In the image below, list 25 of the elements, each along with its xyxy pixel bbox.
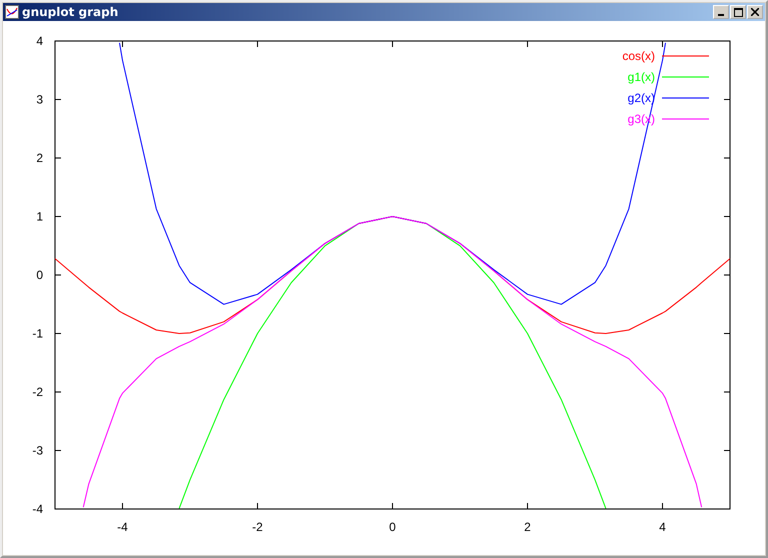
legend-label: g1(x) bbox=[628, 70, 655, 84]
y-tick-label: 3 bbox=[36, 92, 43, 106]
y-tick-label: 2 bbox=[36, 151, 43, 165]
maximize-icon bbox=[734, 8, 742, 16]
x-tick-label: -2 bbox=[252, 520, 263, 534]
close-icon bbox=[751, 8, 759, 16]
window-title: gnuplot graph bbox=[22, 5, 120, 19]
legend-line-sample bbox=[662, 118, 710, 120]
legend-line-sample bbox=[662, 76, 710, 78]
maximize-button[interactable] bbox=[730, 5, 746, 19]
y-tick-label: 1 bbox=[36, 210, 43, 224]
minimize-button[interactable] bbox=[713, 5, 729, 19]
legend-label: cos(x) bbox=[622, 49, 655, 63]
graph-icon bbox=[5, 5, 19, 19]
x-tick-label: 0 bbox=[389, 520, 396, 534]
x-tick-label: 4 bbox=[659, 520, 666, 534]
close-button[interactable] bbox=[747, 5, 763, 19]
y-tick-label: -3 bbox=[32, 444, 43, 458]
y-tick-label: -4 bbox=[32, 502, 43, 516]
y-tick-label: 4 bbox=[36, 34, 43, 48]
y-tick-label: -2 bbox=[32, 385, 43, 399]
x-tick-label: 2 bbox=[524, 520, 531, 534]
y-tick-label: -1 bbox=[32, 326, 43, 340]
x-tick-label: -4 bbox=[117, 520, 128, 534]
y-tick-label: 0 bbox=[36, 268, 43, 282]
